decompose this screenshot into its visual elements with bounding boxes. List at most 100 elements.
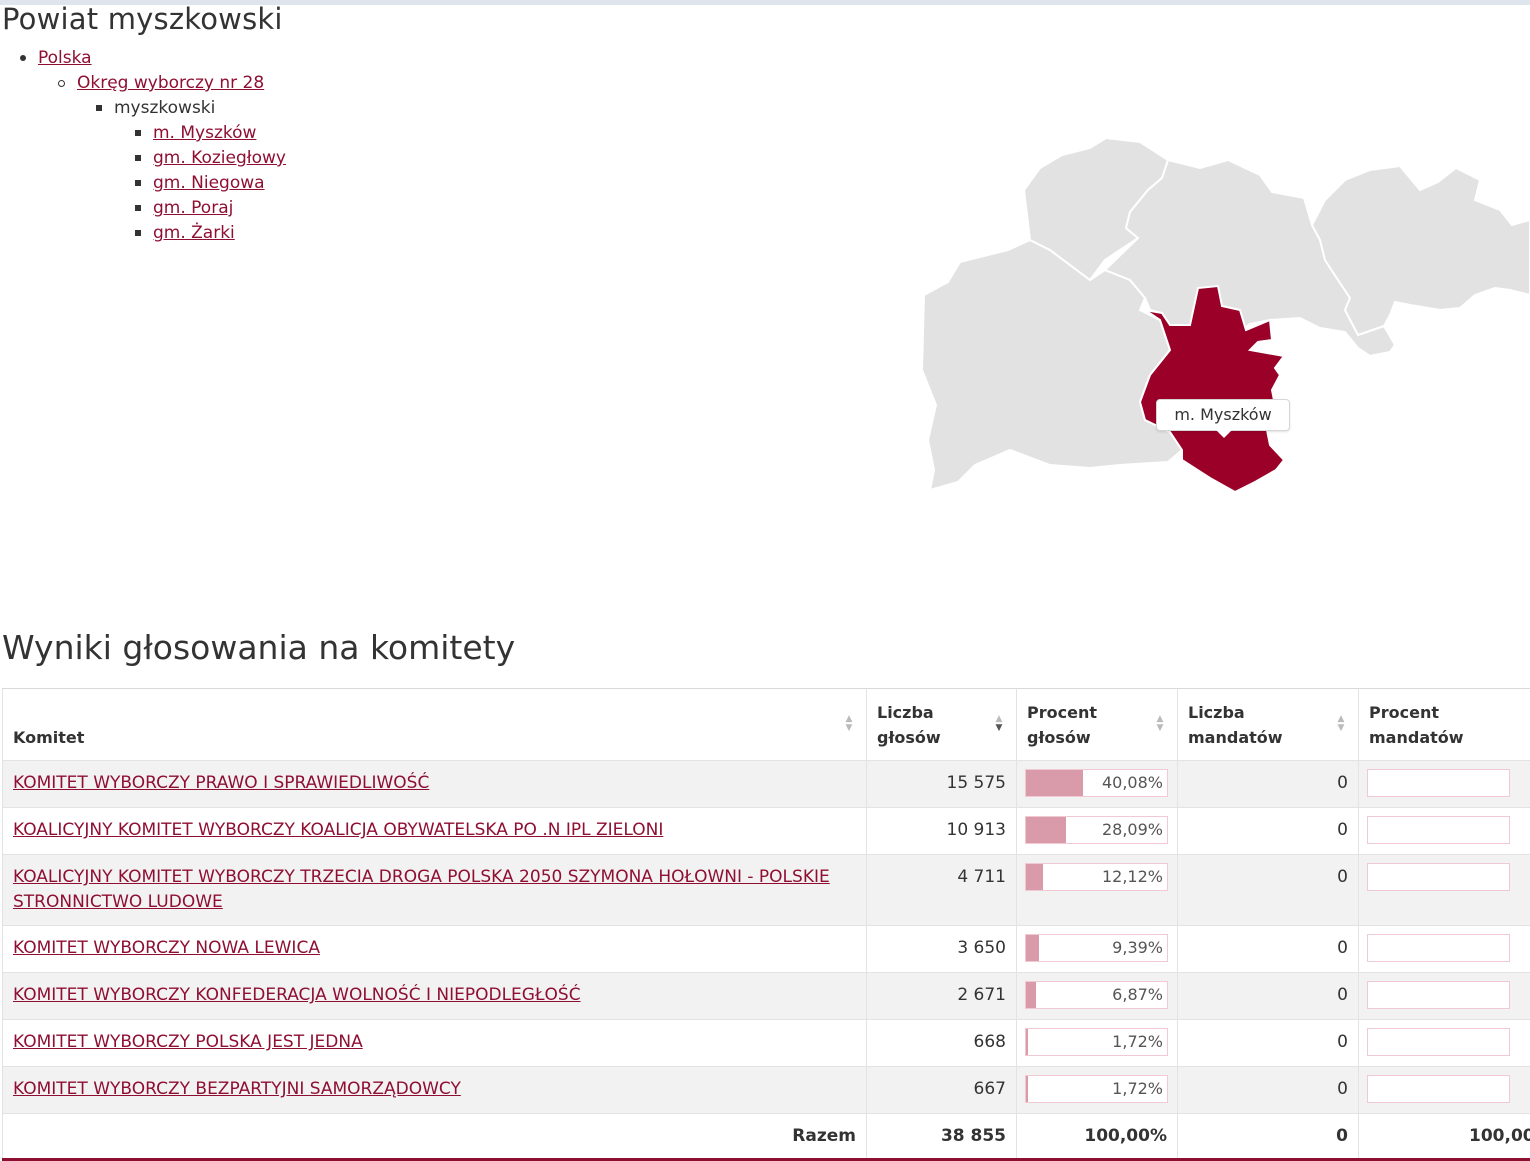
column-header-label: Komitet	[13, 728, 84, 747]
seats-percent-cell	[1359, 808, 1530, 855]
votes-cell: 668	[867, 1020, 1017, 1067]
seats-percent-bar	[1367, 1075, 1510, 1103]
county-map-svg	[900, 120, 1530, 520]
votes-cell: 667	[867, 1067, 1017, 1114]
seats-percent-cell	[1359, 761, 1530, 808]
seats-cell: 0	[1178, 808, 1359, 855]
commune-list-item: gm. Poraj	[135, 196, 233, 221]
commune-list-item: gm. Niegowa	[135, 171, 265, 196]
total-votes: 38 855	[867, 1114, 1017, 1160]
votes-percent-label: 9,39%	[1112, 935, 1163, 961]
votes-percent-cell: 1,72%	[1017, 1067, 1178, 1114]
committee-cell: KOALICYJNY KOMITET WYBORCZY TRZECIA DROG…	[3, 855, 867, 926]
commune-list-item: gm. Koziegłowy	[135, 146, 286, 171]
committee-cell: KOALICYJNY KOMITET WYBORCZY KOALICJA OBY…	[3, 808, 867, 855]
country-link[interactable]: Polska	[38, 48, 92, 68]
votes-cell: 2 671	[867, 973, 1017, 1020]
votes-cell: 4 711	[867, 855, 1017, 926]
seats-percent-cell	[1359, 855, 1530, 926]
table-header-row: Komitet ▲▼ Liczba głosów ▲▼ Procent głos…	[3, 689, 1530, 761]
commune-link-niegowa[interactable]: gm. Niegowa	[153, 173, 265, 193]
column-header-votes[interactable]: Liczba głosów ▲▼	[867, 689, 1017, 761]
table-row: KOMITET WYBORCZY PRAWO I SPRAWIEDLIWOŚĆ …	[3, 761, 1530, 808]
column-header-seats-percent[interactable]: Procent mandatów	[1359, 689, 1530, 761]
committee-link[interactable]: KOMITET WYBORCZY PRAWO I SPRAWIEDLIWOŚĆ	[13, 773, 429, 793]
votes-percent-bar-fill	[1026, 1076, 1028, 1102]
seats-percent-cell	[1359, 1067, 1530, 1114]
votes-percent-label: 1,72%	[1112, 1029, 1163, 1055]
seats-percent-bar	[1367, 934, 1510, 962]
total-votes-percent: 100,00%	[1017, 1114, 1178, 1160]
votes-percent-label: 28,09%	[1102, 817, 1163, 843]
votes-cell: 15 575	[867, 761, 1017, 808]
committee-link[interactable]: KOALICYJNY KOMITET WYBORCZY KOALICJA OBY…	[13, 820, 663, 840]
disc-bullet-icon	[20, 55, 26, 61]
votes-percent-bar: 6,87%	[1025, 981, 1168, 1009]
map-region-zarki[interactable]	[1312, 166, 1530, 335]
votes-percent-cell: 6,87%	[1017, 973, 1178, 1020]
table-row: KOALICYJNY KOMITET WYBORCZY TRZECIA DROG…	[3, 855, 1530, 926]
votes-percent-bar: 1,72%	[1025, 1028, 1168, 1056]
votes-percent-bar: 9,39%	[1025, 934, 1168, 962]
total-row: Razem 38 855 100,00% 0 100,00%	[3, 1114, 1530, 1160]
votes-percent-bar-fill	[1026, 935, 1039, 961]
column-header-committee[interactable]: Komitet ▲▼	[3, 689, 867, 761]
commune-link-myszkow[interactable]: m. Myszków	[153, 123, 256, 143]
total-seats: 0	[1178, 1114, 1359, 1160]
circle-bullet-icon	[58, 80, 65, 87]
seats-percent-cell	[1359, 973, 1530, 1020]
seats-percent-bar	[1367, 816, 1510, 844]
committee-link[interactable]: KOMITET WYBORCZY POLSKA JEST JEDNA	[13, 1032, 363, 1052]
square-bullet-icon	[135, 230, 141, 236]
commune-list-item: m. Myszków	[135, 121, 256, 146]
seats-percent-bar	[1367, 863, 1510, 891]
votes-percent-bar: 40,08%	[1025, 769, 1168, 797]
votes-percent-bar-fill	[1026, 1029, 1028, 1055]
seats-cell: 0	[1178, 761, 1359, 808]
votes-percent-bar-fill	[1026, 982, 1036, 1008]
committee-cell: KOMITET WYBORCZY POLSKA JEST JEDNA	[3, 1020, 867, 1067]
table-row: KOMITET WYBORCZY POLSKA JEST JEDNA 668 1…	[3, 1020, 1530, 1067]
votes-percent-bar: 28,09%	[1025, 816, 1168, 844]
total-seats-percent: 100,00%	[1359, 1114, 1530, 1160]
table-row: KOMITET WYBORCZY BEZPARTYJNI SAMORZĄDOWC…	[3, 1067, 1530, 1114]
sort-descending-icon: ▲▼	[994, 715, 1004, 737]
seats-percent-cell	[1359, 1020, 1530, 1067]
column-header-label: mandatów	[1369, 728, 1464, 747]
votes-percent-cell: 12,12%	[1017, 855, 1178, 926]
column-header-seats[interactable]: Liczba mandatów ▲▼	[1178, 689, 1359, 761]
district-link[interactable]: Okręg wyborczy nr 28	[77, 73, 264, 93]
page-title: Powiat myszkowski	[2, 2, 283, 36]
commune-link-zarki[interactable]: gm. Żarki	[153, 223, 235, 243]
sort-icon: ▲▼	[1336, 715, 1346, 737]
square-bullet-icon	[96, 105, 102, 111]
votes-percent-label: 6,87%	[1112, 982, 1163, 1008]
votes-percent-cell: 1,72%	[1017, 1020, 1178, 1067]
seats-cell: 0	[1178, 973, 1359, 1020]
votes-percent-label: 1,72%	[1112, 1076, 1163, 1102]
votes-percent-bar: 12,12%	[1025, 863, 1168, 891]
committee-link[interactable]: KOMITET WYBORCZY NOWA LEWICA	[13, 938, 320, 958]
breadcrumb-item-county: myszkowski	[96, 96, 215, 121]
table-row: KOALICYJNY KOMITET WYBORCZY KOALICJA OBY…	[3, 808, 1530, 855]
breadcrumb-item-district: Okręg wyborczy nr 28	[58, 71, 264, 96]
committee-link[interactable]: KOALICYJNY KOMITET WYBORCZY TRZECIA DROG…	[13, 867, 830, 912]
seats-percent-cell	[1359, 926, 1530, 973]
column-header-label: głosów	[1027, 728, 1091, 747]
commune-link-koziegłowy[interactable]: gm. Koziegłowy	[153, 148, 286, 168]
seats-cell: 0	[1178, 1067, 1359, 1114]
total-label: Razem	[3, 1114, 867, 1160]
results-table: Komitet ▲▼ Liczba głosów ▲▼ Procent głos…	[2, 688, 1530, 1161]
sort-icon: ▲▼	[1155, 715, 1165, 737]
seats-cell: 0	[1178, 926, 1359, 973]
committee-link[interactable]: KOMITET WYBORCZY BEZPARTYJNI SAMORZĄDOWC…	[13, 1079, 461, 1099]
commune-list-item: gm. Żarki	[135, 221, 235, 246]
committee-link[interactable]: KOMITET WYBORCZY KONFEDERACJA WOLNOŚĆ I …	[13, 985, 581, 1005]
votes-percent-label: 12,12%	[1102, 864, 1163, 890]
column-header-label: mandatów	[1188, 728, 1283, 747]
votes-percent-cell: 40,08%	[1017, 761, 1178, 808]
commune-link-poraj[interactable]: gm. Poraj	[153, 198, 233, 218]
sort-icon: ▲▼	[844, 715, 854, 737]
column-header-votes-percent[interactable]: Procent głosów ▲▼	[1017, 689, 1178, 761]
votes-percent-bar: 1,72%	[1025, 1075, 1168, 1103]
